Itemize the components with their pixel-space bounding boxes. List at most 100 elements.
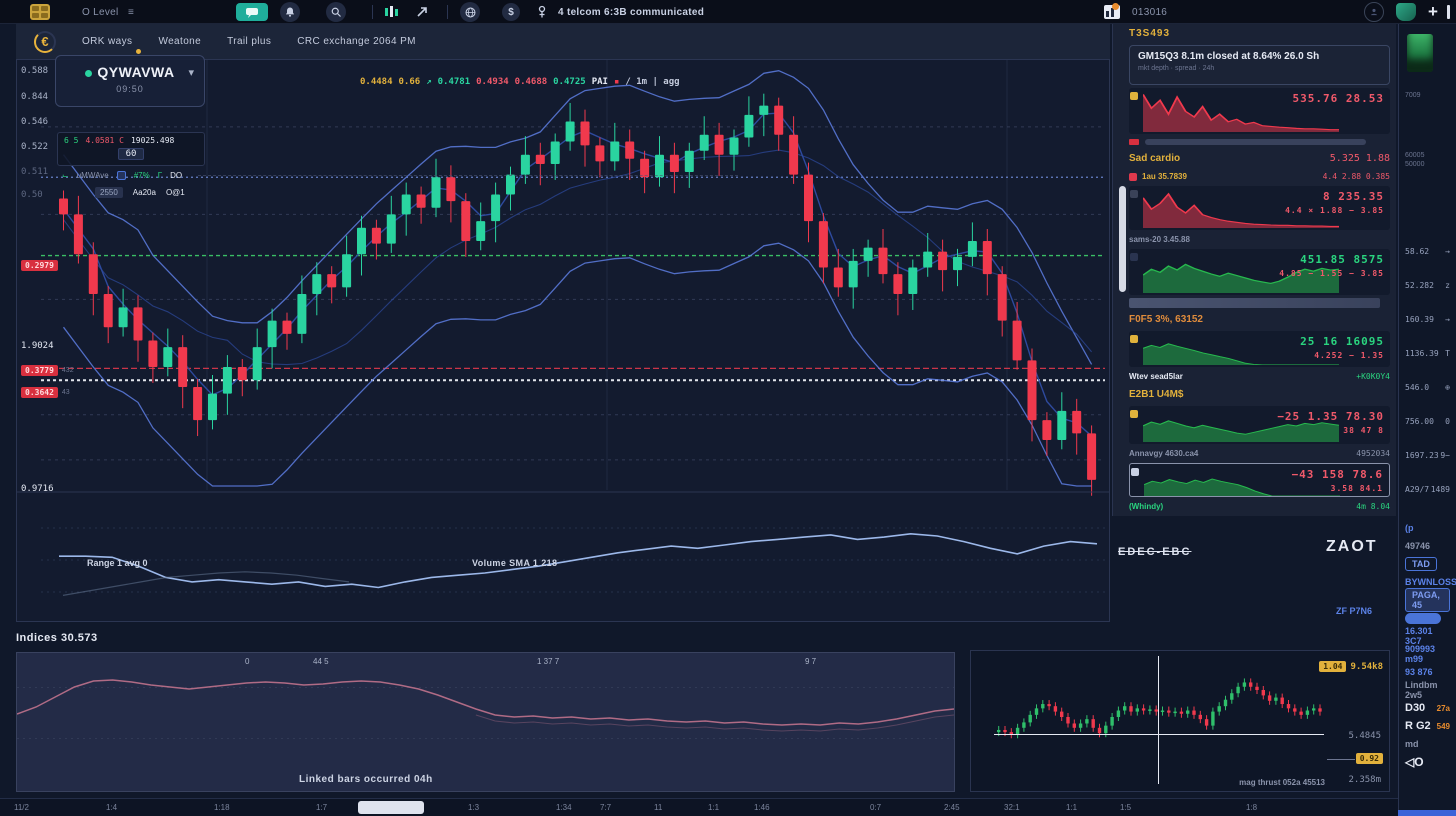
mini-candlestick-chart[interactable] <box>971 651 1389 791</box>
watchlist-label-row[interactable]: (Whindy)4m 8.04 <box>1129 500 1390 513</box>
watchlist-summary-card[interactable]: GM15Q3 8.1m closed at 8.64% 26.0 Shmkt d… <box>1129 45 1390 85</box>
menu-item-3[interactable]: CRC exchange 2064 PM <box>297 36 416 47</box>
toolbar-divider <box>372 0 373 24</box>
order-link--o[interactable]: ◁O <box>1405 753 1450 771</box>
watchlist-group-divider[interactable] <box>1129 298 1380 308</box>
caret-bar <box>1447 0 1450 24</box>
row-icon <box>1130 190 1138 198</box>
timeline-scrollbar-thumb[interactable] <box>358 801 424 814</box>
menu-icon[interactable]: ≡ <box>128 0 134 24</box>
order-link-d30[interactable]: D3027a <box>1405 699 1450 717</box>
row-icon <box>1130 410 1138 418</box>
mini-price-label-1: 1.04 9.54k8 <box>1319 661 1383 672</box>
ohlc-readout: 0.44840.66↗0.47810.49340.46880.4725PAI▪/… <box>360 77 680 87</box>
watchlist-label-row[interactable]: E2B1 U4M$ <box>1129 386 1390 403</box>
indicator-left-label: Range 1 avg 0 <box>87 558 148 568</box>
watchlist-label-row[interactable]: Wtev sead5lar+K0K0Y4 <box>1129 370 1390 383</box>
boxed-link[interactable]: PAGA, 45 <box>1405 588 1450 612</box>
menu-item-1[interactable]: Weatone <box>158 36 201 47</box>
stats-chip[interactable]: 60 <box>118 148 144 160</box>
watchlist-spark-row[interactable]: 535.76 28.53 <box>1129 88 1390 134</box>
shield-icon[interactable] <box>1396 0 1416 24</box>
watchlist-scrollbar[interactable] <box>1119 186 1126 292</box>
time-tick: 1:5 <box>1120 803 1131 812</box>
breadth-line-chart[interactable] <box>17 653 954 791</box>
chat-button[interactable] <box>236 0 268 24</box>
legend-part: Γ <box>158 171 162 180</box>
person-pin-icon[interactable] <box>536 0 548 24</box>
row-icon <box>1130 335 1138 343</box>
time-tick: 2:45 <box>944 803 960 812</box>
drawing-anchor-dot <box>136 49 141 54</box>
watchlist-spark-row[interactable]: 451.85 85754.85 − 1.55 − 3.85 <box>1129 249 1390 295</box>
chevron-down-icon[interactable]: ▾ <box>188 66 194 79</box>
share-icon[interactable] <box>415 0 429 24</box>
watchlist-label-row[interactable]: F0F5 3%, 63152 <box>1129 311 1390 328</box>
price-main: 8 235.35 <box>1285 190 1384 203</box>
menu-item-0[interactable]: ORK ways <box>82 36 132 47</box>
symbol-name: QYWAVWA <box>97 64 174 80</box>
boxed-link[interactable]: TAD <box>1405 557 1437 571</box>
price-axis-label: 0.844 <box>21 92 48 102</box>
watchlist-label-row[interactable]: sams-20 3.45.88 <box>1129 233 1390 246</box>
watchlist-label-row[interactable]: Sad cardio5.325 1.88 <box>1129 150 1390 167</box>
spark-prices: 535.76 28.53 <box>1293 92 1384 105</box>
notifications-button[interactable] <box>280 0 300 24</box>
order-link--p[interactable]: (p <box>1405 519 1450 537</box>
order-link-16-301-3c7[interactable]: 16.301 3C7 <box>1405 627 1450 645</box>
pill-indicator[interactable] <box>1405 613 1441 624</box>
preview-thumbnail[interactable] <box>1407 34 1433 72</box>
order-link-lindbm-2w5[interactable]: Lindbm 2w5 <box>1405 681 1450 699</box>
ladder-price[interactable]: A29/71489 <box>1405 485 1450 519</box>
stats-widget-icon[interactable] <box>1104 0 1120 24</box>
search-button[interactable] <box>326 0 346 24</box>
bottom-section-title: Indices 30.573 <box>16 632 98 644</box>
legend-part: uMWAve <box>77 171 109 180</box>
currency-button[interactable]: $ <box>502 0 520 24</box>
time-tick: 11 <box>654 803 662 812</box>
watchlist-spark-row[interactable]: −43 158 78.63.58 84.1 <box>1129 463 1390 497</box>
mini-chart-panel[interactable]: 1.04 9.54k8 5.4845 0.92 2.358m mag thrus… <box>970 650 1390 792</box>
order-link-93-876[interactable]: 93 876 <box>1405 663 1450 681</box>
legend-checkbox[interactable] <box>117 171 126 180</box>
menu-item-2[interactable]: Trail plus <box>227 36 271 47</box>
order-link-paga-45[interactable]: PAGA, 45 <box>1405 591 1450 609</box>
order-link-md[interactable]: md <box>1405 735 1450 753</box>
chart-type-icon[interactable] <box>383 0 401 24</box>
legend-a: Aa20a <box>133 188 156 197</box>
legend-chip[interactable]: 2550 <box>95 187 123 198</box>
order-link-49746[interactable]: 49746 <box>1405 537 1450 555</box>
watchlist-spark-row[interactable]: 8 235.354.4 × 1.88 − 3.85 <box>1129 186 1390 230</box>
symbol-selector[interactable]: QYWAVWA ▾ 09:50 <box>55 55 205 107</box>
globe-button[interactable] <box>460 0 480 24</box>
ohlc-part: PAI <box>592 77 608 87</box>
watchlist-label-row[interactable]: 1au 35.78394.4 2.88 0.385 <box>1129 170 1390 183</box>
watchlist-spark-row[interactable]: −25 1.35 78.3038 47 8 <box>1129 406 1390 444</box>
time-tick: 1:1 <box>708 803 719 812</box>
add-panel-button[interactable]: + <box>1428 0 1438 24</box>
ladder-price[interactable]: 546.0⊕ <box>1405 383 1450 417</box>
row-icon <box>1131 468 1139 476</box>
ladder-price[interactable]: 52.282z <box>1405 281 1450 315</box>
watchlist-label-row[interactable]: Annavgy 4630.ca44952034 <box>1129 447 1390 460</box>
ladder-price[interactable]: 756.000 <box>1405 417 1450 451</box>
ladder-price[interactable]: 58.62→ <box>1405 247 1450 281</box>
card-line: GM15Q3 8.1m closed at 8.64% 26.0 Sh <box>1138 51 1381 62</box>
broker-logo[interactable]: € <box>34 31 56 53</box>
indicator-center-label: Volume SMA 1 218 <box>472 558 557 568</box>
ladder-price[interactable]: 1136.39T <box>1405 349 1450 383</box>
ladder-price[interactable]: 160.39→ <box>1405 315 1450 349</box>
breadth-chart-panel[interactable]: 044 51 37 79 7 Linked bars occurred 04h <box>16 652 955 792</box>
app-logo-icon[interactable] <box>30 0 50 24</box>
legend-part: #7% <box>134 171 150 180</box>
trading-platform: O Level ≡ $ 4 telcom 6:3B communicated 0… <box>0 0 1456 816</box>
watchlist-spark-row[interactable]: 25 16 160954.252 − 1.35 <box>1129 331 1390 367</box>
order-link-909993-m99[interactable]: 909993 m99 <box>1405 645 1450 663</box>
row-label: 1au 35.7839 <box>1129 172 1187 181</box>
order-link-r-g2[interactable]: R G2549 <box>1405 717 1450 735</box>
ladder-price[interactable]: 1697.239− <box>1405 451 1450 485</box>
watchlist-title: T3S493 <box>1129 28 1390 42</box>
time-tick: 32:1 <box>1004 803 1020 812</box>
profile-button[interactable] <box>1364 0 1384 24</box>
order-link-tad[interactable]: TAD <box>1405 555 1450 573</box>
